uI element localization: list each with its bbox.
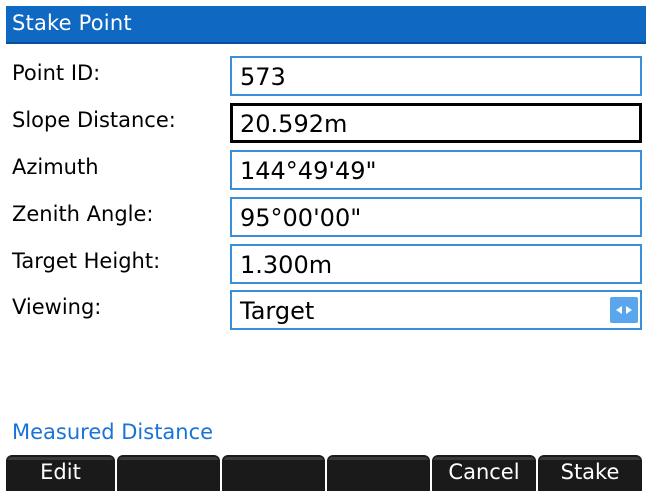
target-height-label: Target Height: [12, 249, 161, 273]
softkey-cancel[interactable]: Cancel [432, 455, 536, 491]
viewing-value: Target [240, 297, 315, 325]
target-height-value: 1.300m [240, 251, 333, 279]
zenith-angle-label: Zenith Angle: [12, 202, 154, 226]
form-row-azimuth: Azimuth 144°49'49" [6, 146, 646, 192]
point-id-field[interactable]: 573 [230, 56, 642, 96]
softkey-stake[interactable]: Stake [538, 455, 642, 491]
softkey-stake-label: Stake [560, 460, 620, 484]
softkey-cancel-label: Cancel [448, 460, 520, 484]
zenith-angle-value: 95°00'00" [240, 204, 362, 232]
form-row-slope-distance: Slope Distance: 20.592m [6, 99, 646, 145]
slope-distance-label: Slope Distance: [12, 108, 176, 132]
azimuth-label: Azimuth [12, 155, 99, 179]
zenith-angle-field[interactable]: 95°00'00" [230, 197, 642, 237]
softkey-4[interactable] [327, 455, 430, 491]
title-bar: Stake Point [6, 6, 646, 44]
viewing-label: Viewing: [12, 295, 102, 319]
window-title: Stake Point [12, 11, 132, 35]
point-id-value: 573 [240, 63, 286, 91]
azimuth-field[interactable]: 144°49'49" [230, 150, 642, 190]
viewing-chooser[interactable]: Target [230, 290, 642, 330]
form-row-zenith-angle: Zenith Angle: 95°00'00" [6, 193, 646, 239]
softkey-edit[interactable]: Edit [6, 455, 115, 491]
softkey-edit-label: Edit [40, 460, 81, 484]
left-right-arrows-icon[interactable] [610, 297, 638, 323]
softkey-bar: Edit Cancel Stake [6, 455, 646, 491]
slope-distance-field[interactable]: 20.592m [230, 103, 642, 143]
measured-distance-label: Measured Distance [12, 420, 214, 444]
form-row-viewing: Viewing: Target [6, 286, 646, 332]
azimuth-value: 144°49'49" [240, 157, 377, 185]
softkey-3[interactable] [222, 455, 325, 491]
form-row-target-height: Target Height: 1.300m [6, 240, 646, 286]
slope-distance-value: 20.592m [240, 110, 348, 138]
target-height-field[interactable]: 1.300m [230, 244, 642, 284]
stake-point-screen: Stake Point Point ID: 573 Slope Distance… [6, 6, 646, 491]
form-row-point-id: Point ID: 573 [6, 52, 646, 98]
softkey-2[interactable] [117, 455, 220, 491]
point-id-label: Point ID: [12, 61, 101, 85]
